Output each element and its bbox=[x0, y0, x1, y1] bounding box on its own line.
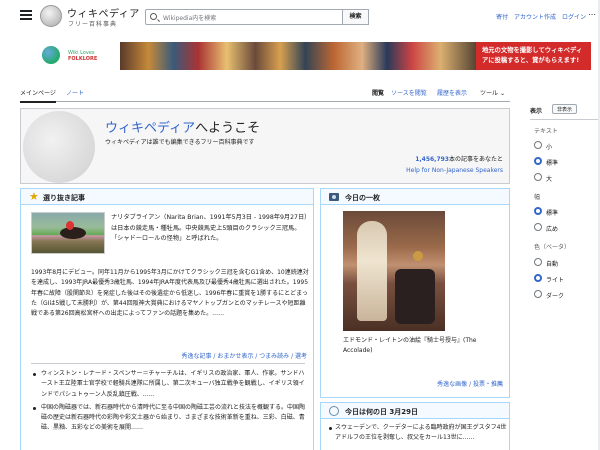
featured-header: ★ 選り抜き記事 bbox=[21, 189, 313, 205]
appearance-panel: 表示 非表示 テキスト 小 標準 大 幅 標準 広め 色（ベータ） 自動 ライト… bbox=[530, 104, 600, 344]
featured-intro: ナリタブライアン（Narita Brian、1991年5月3日 - 1998年9… bbox=[111, 214, 308, 242]
color-light-radio[interactable] bbox=[534, 274, 542, 282]
text-standard-radio[interactable] bbox=[534, 157, 542, 165]
main-menu-icon[interactable] bbox=[20, 10, 32, 20]
tagline: フリー百科事典 bbox=[68, 21, 118, 28]
width-wide-radio[interactable] bbox=[534, 223, 542, 231]
painting-the-accolade[interactable] bbox=[343, 211, 445, 331]
list-item: 中国の陶磁器では、新石器時代から清時代に至る中国の陶磁工芸の流れと技法を概観する… bbox=[33, 403, 309, 434]
appearance-heading: 表示 bbox=[530, 108, 543, 115]
banner-logo-area: Wiki Loves FOLKLORE bbox=[20, 42, 120, 70]
text-large-label: 大 bbox=[546, 176, 553, 183]
color-auto-label: 自動 bbox=[546, 261, 559, 268]
image-more-links[interactable]: 秀逸な画像 / 投票・推薦 bbox=[437, 379, 503, 388]
tab-tools[interactable]: ツール ⌄ bbox=[480, 88, 505, 97]
on-this-day-header: 今日は何の日 3月29日 bbox=[321, 403, 509, 419]
on-this-day-text: スウェーデンで、クーデターによる臨時政府が国王グスタフ4世アドルフの王位を剥奪し… bbox=[329, 424, 507, 441]
color-dark-label: ダーク bbox=[546, 293, 565, 300]
on-this-day-box: 今日は何の日 3月29日 スウェーデンで、クーデターによる臨時政府が国王グスタフ… bbox=[320, 402, 510, 450]
welcome-subtitle: ウィキペディアは誰でも編集できるフリー百科事典です bbox=[105, 139, 255, 146]
color-auto-radio[interactable] bbox=[534, 258, 542, 266]
site-header: ウィキペディア フリー百科事典 Wikipedia内を検索 検索 寄付 アカウン… bbox=[0, 0, 600, 34]
wiki-loves-folklore-logo-icon bbox=[42, 46, 60, 64]
search-button[interactable]: 検索 bbox=[342, 9, 369, 25]
calendar-icon bbox=[329, 406, 339, 416]
featured-image-horse-race[interactable] bbox=[31, 212, 105, 254]
personal-links: 寄付 アカウント作成 ログイン bbox=[492, 12, 586, 21]
image-of-day-header: 今日の一枚 bbox=[321, 189, 509, 205]
width-label: 幅 bbox=[534, 194, 541, 201]
image-of-the-day-box: 今日の一枚 エドモンド・レイトンの油絵『騎士号授与』(The Accolade)… bbox=[320, 188, 510, 398]
text-large-radio[interactable] bbox=[534, 173, 542, 181]
width-wide-label: 広め bbox=[546, 226, 559, 233]
featured-heading: 選り抜き記事 bbox=[43, 194, 85, 202]
featured-body: 1993年8月にデビュー。同年11月から1995年3月にかけてクラシック三冠を含… bbox=[31, 269, 309, 318]
text-standard-label: 標準 bbox=[546, 160, 559, 167]
banner-message[interactable]: 地元の文物を撮影してウィキペディアに投稿すると、賞がもらえます! bbox=[476, 42, 591, 70]
width-standard-radio[interactable] bbox=[534, 207, 542, 215]
more-options-icon[interactable]: ⋯ bbox=[588, 10, 596, 19]
tab-history[interactable]: 履歴を表示 bbox=[437, 88, 467, 97]
wordmark[interactable]: ウィキペディア bbox=[67, 5, 140, 20]
featured-more-links[interactable]: 秀逸な記事 / おまかせ表示 / つまみ読み / 選考 bbox=[181, 351, 307, 360]
tab-view-source[interactable]: ソースを閲覧 bbox=[391, 88, 427, 97]
text-small-radio[interactable] bbox=[534, 141, 542, 149]
divider bbox=[530, 119, 600, 120]
create-account-link[interactable]: アカウント作成 bbox=[514, 14, 556, 21]
welcome-title-suffix: へようこそ bbox=[195, 121, 261, 136]
page-tabs: メインページ ノート 閲覧 ソースを閲覧 履歴を表示 ツール ⌄ bbox=[20, 86, 510, 103]
wikipedia-globe-watermark-icon bbox=[23, 111, 95, 183]
featured-divider bbox=[31, 363, 305, 364]
painting-detail bbox=[413, 251, 423, 261]
search-input[interactable]: Wikipedia内を検索 bbox=[145, 9, 369, 25]
featured-recent-list: ウィンストン・レナード・スペンサー＝チャーチルは、イギリスの政治家、軍人、作家。… bbox=[33, 369, 309, 437]
image-of-day-heading: 今日の一枚 bbox=[345, 194, 380, 202]
banner-campaign-text: 地元の文物を撮影してウィキペディアに投稿すると、賞がもらえます! bbox=[482, 47, 583, 64]
image-caption: エドモンド・レイトンの油絵『騎士号授与』(The Accolade) bbox=[343, 337, 477, 354]
welcome-title-link[interactable]: ウィキペディア bbox=[105, 121, 195, 136]
tools-label: ツール bbox=[480, 90, 499, 97]
featured-article-box: ★ 選り抜き記事 ナリタブライアン（Narita Brian、1991年5月3日… bbox=[20, 188, 314, 450]
donate-link[interactable]: 寄付 bbox=[496, 14, 508, 21]
hide-appearance-button[interactable]: 非表示 bbox=[552, 104, 578, 114]
camera-icon bbox=[329, 193, 339, 201]
welcome-box: ウィキペディアへようこそ ウィキペディアは誰でも編集できるフリー百科事典です 1… bbox=[20, 108, 510, 184]
article-count-suffix: 本の記事をあなたと bbox=[448, 156, 503, 163]
non-japanese-help-link[interactable]: Help for Non-Japanese Speakers bbox=[406, 167, 503, 174]
color-label: 色（ベータ） bbox=[534, 244, 571, 251]
welcome-title: ウィキペディアへようこそ bbox=[105, 117, 260, 136]
login-link[interactable]: ログイン bbox=[562, 14, 586, 21]
banner-logo-subtext: FOLKLORE bbox=[68, 56, 98, 62]
search-icon bbox=[150, 13, 157, 20]
tab-talk[interactable]: ノート bbox=[66, 88, 84, 97]
star-icon: ★ bbox=[29, 190, 39, 203]
page: ウィキペディア フリー百科事典 Wikipedia内を検索 検索 寄付 アカウン… bbox=[0, 0, 600, 450]
banner-photo-strip bbox=[120, 42, 476, 70]
text-size-label: テキスト bbox=[534, 128, 558, 135]
article-count: 1,456,793本の記事をあなたと Help for Non-Japanese… bbox=[406, 154, 503, 176]
wikipedia-logo-icon[interactable] bbox=[40, 5, 62, 27]
list-item: ウィンストン・レナード・スペンサー＝チャーチルは、イギリスの政治家、軍人、作家。… bbox=[33, 369, 309, 400]
color-dark-radio[interactable] bbox=[534, 290, 542, 298]
campaign-banner[interactable]: Wiki Loves FOLKLORE 地元の文物を撮影してウィキペディアに投稿す… bbox=[20, 42, 591, 70]
tab-main-page[interactable]: メインページ bbox=[20, 88, 56, 103]
search-placeholder: Wikipedia内を検索 bbox=[163, 15, 217, 22]
color-light-label: ライト bbox=[546, 277, 565, 284]
width-standard-label: 標準 bbox=[546, 210, 559, 217]
text-small-label: 小 bbox=[546, 144, 553, 151]
chevron-down-icon: ⌄ bbox=[499, 90, 505, 97]
tab-read[interactable]: 閲覧 bbox=[372, 88, 384, 97]
article-count-number[interactable]: 1,456,793 bbox=[415, 156, 449, 163]
on-this-day-heading: 今日は何の日 3月29日 bbox=[345, 408, 419, 416]
